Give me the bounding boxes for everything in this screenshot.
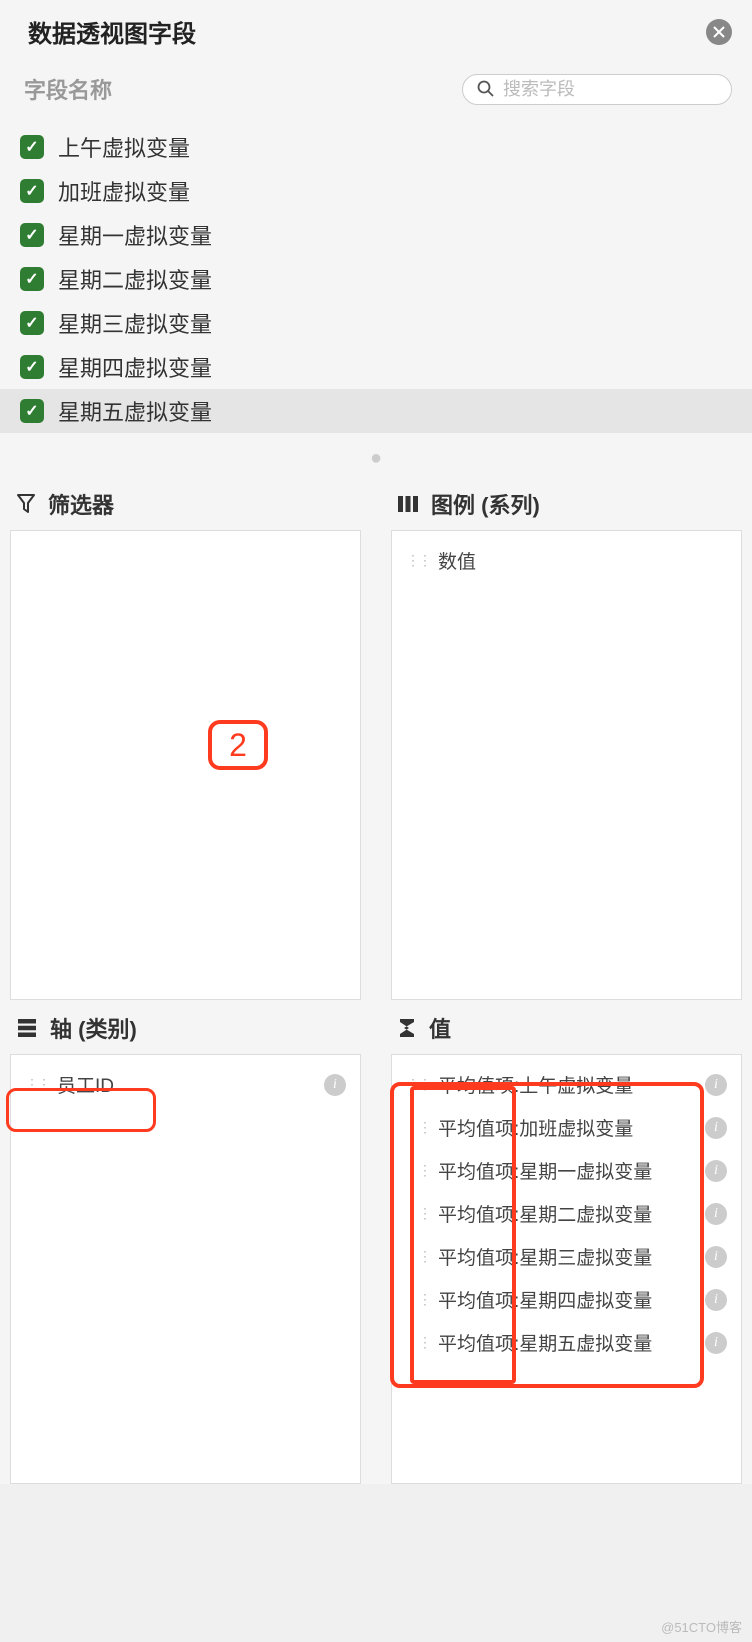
- info-icon[interactable]: i: [705, 1332, 727, 1354]
- legend-dropzone[interactable]: ⋮⋮ 数值: [391, 530, 742, 1000]
- filter-icon: [16, 493, 36, 515]
- values-section: 值 ⋮⋮ 平均值项:上午虚拟变量 i ⋮⋮ 平均值项:加班虚拟变量 i ⋮⋮ 平均值项:星期一…: [391, 1000, 742, 1484]
- legend-header: 图例 (系列): [391, 476, 742, 530]
- checkbox-icon[interactable]: ✓: [20, 355, 44, 379]
- axis-title: 轴 (类别): [50, 1012, 137, 1044]
- drop-item-label: 数值: [438, 547, 476, 574]
- info-icon[interactable]: i: [705, 1289, 727, 1311]
- field-item[interactable]: ✓ 上午虚拟变量: [0, 125, 752, 169]
- drop-item[interactable]: ⋮⋮ 平均值项:星期三虚拟变量 i: [396, 1235, 737, 1278]
- drop-item-label: 平均值项:上午虚拟变量: [438, 1071, 633, 1098]
- watermark: @51CTO博客: [661, 1617, 742, 1636]
- field-item[interactable]: ✓ 加班虚拟变量: [0, 169, 752, 213]
- checkbox-icon[interactable]: ✓: [20, 179, 44, 203]
- panel-header: 数据透视图字段: [0, 0, 752, 57]
- field-item[interactable]: ✓ 星期四虚拟变量: [0, 345, 752, 389]
- checkbox-icon[interactable]: ✓: [20, 399, 44, 423]
- field-item[interactable]: ✓ 星期二虚拟变量: [0, 257, 752, 301]
- search-icon: [477, 80, 495, 98]
- drop-item[interactable]: ⋮⋮ 员工ID i: [15, 1063, 356, 1106]
- field-item[interactable]: ✓ 星期三虚拟变量: [0, 301, 752, 345]
- field-label: 星期四虚拟变量: [58, 351, 212, 383]
- close-icon: [713, 26, 725, 38]
- values-header: 值: [391, 1000, 742, 1054]
- axis-dropzone[interactable]: ⋮⋮ 员工ID i: [10, 1054, 361, 1484]
- drop-item-label: 平均值项:星期四虚拟变量: [438, 1286, 652, 1313]
- search-box[interactable]: [462, 74, 732, 105]
- field-item[interactable]: ✓ 星期一虚拟变量: [0, 213, 752, 257]
- search-input[interactable]: [503, 79, 717, 100]
- drag-handle-icon[interactable]: ⋮⋮: [406, 1162, 430, 1179]
- search-row: 字段名称: [0, 57, 752, 117]
- field-list: ✓ 上午虚拟变量 ✓ 加班虚拟变量 ✓ 星期一虚拟变量 ✓ 星期二虚拟变量 ✓ 星期三虚拟变量 ✓ 星…: [0, 117, 752, 441]
- legend-section: 图例 (系列) ⋮⋮ 数值: [391, 476, 742, 1000]
- field-name-label: 字段名称: [24, 73, 112, 105]
- filter-section: 筛选器: [10, 476, 361, 1000]
- columns-icon: [397, 494, 419, 514]
- field-item[interactable]: ✓ 星期五虚拟变量: [0, 389, 752, 433]
- drop-item[interactable]: ⋮⋮ 平均值项:星期一虚拟变量 i: [396, 1149, 737, 1192]
- drop-item-label: 平均值项:星期一虚拟变量: [438, 1157, 652, 1184]
- filter-dropzone[interactable]: [10, 530, 361, 1000]
- drop-item-label: 平均值项:星期五虚拟变量: [438, 1329, 652, 1356]
- drop-item[interactable]: ⋮⋮ 平均值项:上午虚拟变量 i: [396, 1063, 737, 1106]
- axis-header: 轴 (类别): [10, 1000, 361, 1054]
- rows-icon: [16, 1018, 38, 1038]
- axis-section: 轴 (类别) ⋮⋮ 员工ID i: [10, 1000, 361, 1484]
- filter-title: 筛选器: [48, 488, 114, 520]
- drag-handle-icon[interactable]: ⋮⋮: [406, 1076, 430, 1093]
- drop-item[interactable]: ⋮⋮ 数值: [396, 539, 737, 582]
- drop-item-label: 平均值项:星期二虚拟变量: [438, 1200, 652, 1227]
- filter-header: 筛选器: [10, 476, 361, 530]
- info-icon[interactable]: i: [324, 1074, 346, 1096]
- checkbox-icon[interactable]: ✓: [20, 311, 44, 335]
- field-label: 星期一虚拟变量: [58, 219, 212, 251]
- info-icon[interactable]: i: [705, 1160, 727, 1182]
- drop-item[interactable]: ⋮⋮ 平均值项:星期五虚拟变量 i: [396, 1321, 737, 1364]
- drop-item-label: 员工ID: [57, 1071, 114, 1098]
- field-label: 加班虚拟变量: [58, 175, 190, 207]
- checkbox-icon[interactable]: ✓: [20, 135, 44, 159]
- drag-handle-icon[interactable]: ⋮⋮: [406, 1119, 430, 1136]
- info-icon[interactable]: i: [705, 1246, 727, 1268]
- drag-handle-icon[interactable]: ⋮⋮: [406, 1291, 430, 1308]
- drop-item-label: 平均值项:星期三虚拟变量: [438, 1243, 652, 1270]
- field-label: 星期二虚拟变量: [58, 263, 212, 295]
- drag-handle-icon[interactable]: ⋮⋮: [406, 1205, 430, 1222]
- info-icon[interactable]: i: [705, 1074, 727, 1096]
- sigma-icon: [397, 1017, 417, 1039]
- drop-item[interactable]: ⋮⋮ 平均值项:星期四虚拟变量 i: [396, 1278, 737, 1321]
- info-icon[interactable]: i: [705, 1117, 727, 1139]
- drag-handle-icon[interactable]: ⋮⋮: [406, 1248, 430, 1265]
- field-label: 星期三虚拟变量: [58, 307, 212, 339]
- values-title: 值: [429, 1012, 451, 1044]
- drop-item[interactable]: ⋮⋮ 平均值项:星期二虚拟变量 i: [396, 1192, 737, 1235]
- separator-dot: ●: [0, 441, 752, 476]
- checkbox-icon[interactable]: ✓: [20, 267, 44, 291]
- panel-title: 数据透视图字段: [28, 14, 196, 49]
- drop-item[interactable]: ⋮⋮ 平均值项:加班虚拟变量 i: [396, 1106, 737, 1149]
- field-label: 上午虚拟变量: [58, 131, 190, 163]
- drag-handle-icon[interactable]: ⋮⋮: [406, 1334, 430, 1351]
- close-button[interactable]: [706, 19, 732, 45]
- info-icon[interactable]: i: [705, 1203, 727, 1225]
- drop-item-label: 平均值项:加班虚拟变量: [438, 1114, 633, 1141]
- drag-handle-icon[interactable]: ⋮⋮: [406, 552, 430, 569]
- checkbox-icon[interactable]: ✓: [20, 223, 44, 247]
- drag-handle-icon[interactable]: ⋮⋮: [25, 1076, 49, 1093]
- field-label: 星期五虚拟变量: [58, 395, 212, 427]
- legend-title: 图例 (系列): [431, 488, 540, 520]
- values-dropzone[interactable]: ⋮⋮ 平均值项:上午虚拟变量 i ⋮⋮ 平均值项:加班虚拟变量 i ⋮⋮ 平均值项:星期一虚拟…: [391, 1054, 742, 1484]
